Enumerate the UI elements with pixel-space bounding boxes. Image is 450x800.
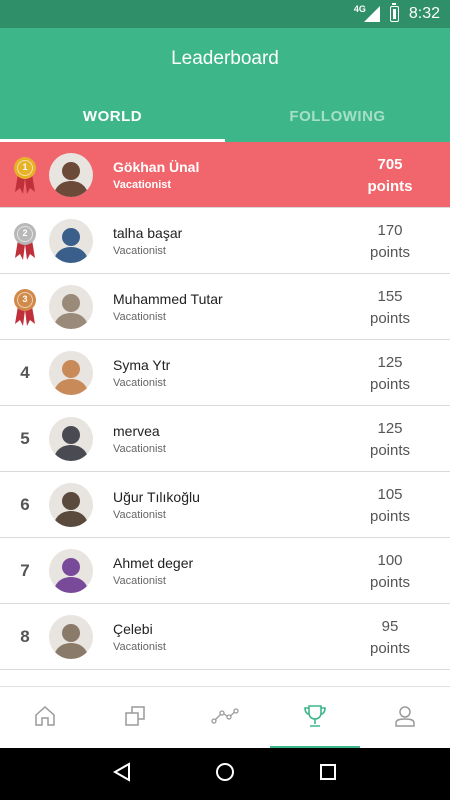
leaderboard-row[interactable]: 2 talha başar Vacationist 170 points (0, 208, 450, 274)
user-name: mervea (113, 423, 160, 439)
avatar[interactable] (49, 285, 93, 329)
tab-world[interactable]: WORLD (0, 90, 225, 142)
layers-icon (123, 704, 147, 733)
points-value: 170 (377, 222, 403, 239)
avatar[interactable] (49, 615, 93, 659)
network-type: 4G (353, 4, 366, 14)
bottom-nav (0, 686, 450, 749)
user-title: Vacationist (113, 575, 166, 587)
leaderboard-row[interactable]: 8 Çelebi Vacationist 95 points (0, 604, 450, 670)
nav-route[interactable] (180, 687, 270, 749)
silver-medal-icon: 2 (12, 222, 38, 262)
rank-number: 8 (20, 627, 30, 646)
rank-number: 4 (20, 363, 30, 382)
user-points: 705 points (355, 154, 425, 198)
rank-number: 6 (20, 495, 30, 514)
points-value: 125 (377, 420, 403, 437)
points-value: 95 (381, 618, 399, 635)
user-name: talha başar (113, 225, 183, 241)
trophy-icon (302, 703, 328, 734)
points-label: points (369, 640, 411, 657)
tab-bar: WORLD FOLLOWING (0, 90, 450, 142)
points-label: points (369, 376, 411, 393)
avatar[interactable] (49, 153, 93, 197)
points-value: 125 (377, 354, 403, 371)
tab-following[interactable]: FOLLOWING (225, 90, 450, 142)
nav-leaderboard[interactable] (270, 687, 360, 749)
points-label: points (369, 508, 411, 525)
rank-number: 3 (22, 294, 28, 304)
nav-home[interactable] (0, 687, 90, 749)
user-name: Ahmet deger (113, 555, 194, 571)
points-value: 705 (377, 156, 403, 173)
back-button[interactable] (102, 754, 142, 794)
square-recents-icon (319, 763, 337, 786)
leaderboard-row[interactable]: 3 Muhammed Tutar Vacationist 155 points (0, 274, 450, 340)
user-title: Vacationist (113, 509, 166, 521)
home-icon (33, 704, 57, 733)
user-title: Vacationist (113, 179, 172, 191)
points-label: points (369, 310, 411, 327)
rank-number: 7 (20, 561, 30, 580)
cell-signal-icon: 4G (354, 4, 382, 22)
user-title: Vacationist (113, 245, 166, 257)
points-value: 105 (377, 486, 403, 503)
user-points: 95 points (355, 616, 425, 660)
points-label: points (367, 178, 413, 195)
system-navigation-bar (0, 748, 450, 800)
leaderboard-row[interactable]: 6 Uğur Tılıkoğlu Vacationist 105 points (0, 472, 450, 538)
page-title: Leaderboard (171, 48, 279, 69)
nav-profile[interactable] (360, 687, 450, 749)
user-name: Syma Ytr (113, 357, 171, 373)
user-name: Muhammed Tutar (113, 291, 223, 307)
user-name: Gökhan Ünal (113, 159, 200, 175)
leaderboard-row[interactable]: 4 Syma Ytr Vacationist 125 points (0, 340, 450, 406)
points-label: points (369, 442, 411, 459)
points-label: points (369, 244, 411, 261)
rank-number: 2 (22, 228, 28, 238)
rank-number: 1 (22, 162, 28, 172)
user-name: Uğur Tılıkoğlu (113, 489, 200, 505)
user-title: Vacationist (113, 377, 166, 389)
avatar[interactable] (49, 549, 93, 593)
leaderboard-row[interactable]: 5 mervea Vacationist 125 points (0, 406, 450, 472)
user-points: 100 points (355, 550, 425, 594)
user-name: Çelebi (113, 621, 153, 637)
user-points: 125 points (355, 352, 425, 396)
points-label: points (369, 574, 411, 591)
status-bar: 4G 8:32 (0, 0, 450, 28)
avatar[interactable] (49, 351, 93, 395)
leaderboard-row[interactable]: 1 Gökhan Ünal Vacationist 705 points (0, 142, 450, 208)
clock: 8:32 (408, 5, 440, 22)
user-title: Vacationist (113, 641, 166, 653)
home-button[interactable] (205, 754, 245, 794)
recents-button[interactable] (308, 754, 348, 794)
circle-home-icon (215, 762, 235, 787)
leaderboard-row[interactable]: 7 Ahmet deger Vacationist 100 points (0, 538, 450, 604)
route-icon (211, 704, 239, 733)
user-points: 125 points (355, 418, 425, 462)
user-title: Vacationist (113, 311, 166, 323)
avatar[interactable] (49, 219, 93, 263)
gold-medal-icon: 1 (12, 156, 38, 196)
avatar[interactable] (49, 483, 93, 527)
user-points: 105 points (355, 484, 425, 528)
rank-number: 5 (20, 429, 30, 448)
profile-icon (393, 704, 417, 733)
app-bar: Leaderboard WORLD FOLLOWING (0, 28, 450, 142)
nav-layers[interactable] (90, 687, 180, 749)
points-value: 155 (377, 288, 403, 305)
user-points: 155 points (355, 286, 425, 330)
back-icon (112, 761, 132, 787)
points-value: 100 (377, 552, 403, 569)
bronze-medal-icon: 3 (12, 288, 38, 328)
leaderboard-list[interactable]: 1 Gökhan Ünal Vacationist 705 points 2 talha b… (0, 142, 450, 686)
avatar[interactable] (49, 417, 93, 461)
user-title: Vacationist (113, 443, 166, 455)
battery-icon (389, 3, 399, 22)
user-points: 170 points (355, 220, 425, 264)
